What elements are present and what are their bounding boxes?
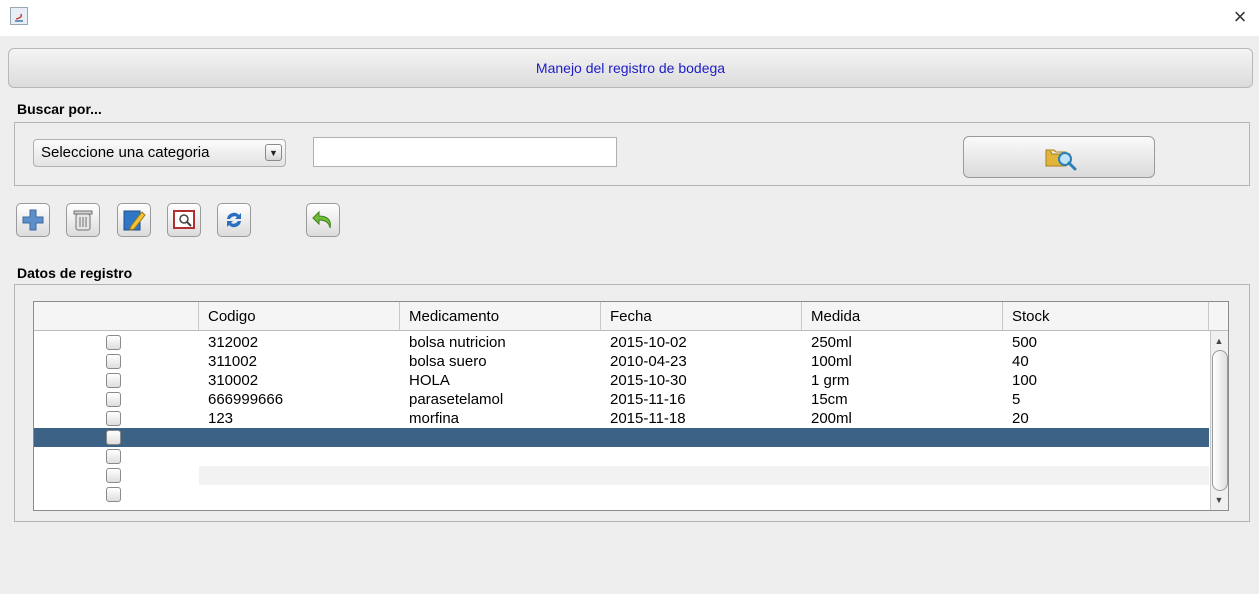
page-title: Manejo del registro de bodega <box>535 60 726 76</box>
cell-medida <box>802 485 811 504</box>
view-icon <box>173 210 195 229</box>
add-icon <box>22 209 44 231</box>
cell-stock <box>1003 485 1012 504</box>
column-header-select[interactable] <box>34 302 199 331</box>
cell-stock: 5 <box>1012 391 1021 408</box>
refresh-icon <box>227 212 241 228</box>
cell-medida: 1 grm <box>811 372 850 389</box>
cell-codigo: 123 <box>208 410 234 427</box>
cell-fecha <box>601 428 610 447</box>
table-row[interactable]: 310002 HOLA 2015-10-30 1 grm 100 <box>34 371 1209 390</box>
undo-button[interactable] <box>306 203 340 237</box>
scroll-up-icon[interactable]: ▲ <box>1211 333 1227 349</box>
cell-medicamento <box>400 485 409 504</box>
row-checkbox[interactable] <box>106 430 121 445</box>
cell-medicamento <box>400 428 409 447</box>
scroll-down-icon[interactable]: ▼ <box>1211 492 1227 508</box>
table-row[interactable]: 311002 bolsa suero 2010-04-23 100ml 40 <box>34 352 1209 371</box>
cell-codigo: 312002 <box>208 334 259 351</box>
cell-medida <box>802 466 811 485</box>
java-app-icon <box>10 7 28 25</box>
cell-medicamento: morfina <box>409 410 460 427</box>
cell-codigo: 310002 <box>208 372 259 389</box>
cell-codigo <box>199 428 208 447</box>
row-checkbox[interactable] <box>106 392 121 407</box>
cell-medicamento: HOLA <box>409 372 450 389</box>
row-checkbox[interactable] <box>106 335 121 350</box>
cell-medida: 200ml <box>811 410 852 427</box>
edit-button[interactable] <box>117 203 151 237</box>
dropdown-arrow-icon[interactable]: ▼ <box>265 144 282 161</box>
cell-codigo <box>199 447 208 466</box>
undo-icon <box>312 210 331 229</box>
delete-button[interactable] <box>66 203 100 237</box>
cell-fecha: 2010-04-23 <box>610 353 687 370</box>
cell-fecha: 2015-11-16 <box>610 391 686 408</box>
cell-medida: 15cm <box>811 391 848 408</box>
cell-stock: 100 <box>1012 372 1038 389</box>
delete-icon <box>73 210 93 231</box>
edit-icon <box>123 210 146 231</box>
scrollbar-thumb[interactable] <box>1212 350 1228 491</box>
cell-medicamento <box>400 447 409 466</box>
cell-stock: 500 <box>1012 334 1038 351</box>
view-button[interactable] <box>167 203 201 237</box>
cell-stock: 40 <box>1012 353 1029 370</box>
cell-fecha: 2015-11-18 <box>610 410 686 427</box>
search-input[interactable] <box>313 137 617 167</box>
cell-codigo: 666999666 <box>208 391 284 408</box>
cell-stock <box>1003 466 1012 485</box>
data-section-label: Datos de registro <box>17 265 133 281</box>
table-row[interactable]: 312002 bolsa nutricion 2015-10-02 250ml 500 <box>34 333 1209 352</box>
refresh-button[interactable] <box>217 203 251 237</box>
close-window-button[interactable]: × <box>1225 4 1255 30</box>
cell-medicamento: bolsa nutricion <box>409 334 506 351</box>
search-button[interactable] <box>963 136 1155 178</box>
cell-codigo: 311002 <box>208 353 257 370</box>
cell-medida: 100ml <box>811 353 852 370</box>
cell-medida: 250ml <box>811 334 852 351</box>
search-section-label: Buscar por... <box>17 101 102 117</box>
cell-stock: 20 <box>1012 410 1029 427</box>
row-checkbox[interactable] <box>106 468 121 483</box>
cell-medicamento: bolsa suero <box>409 353 487 370</box>
cell-medida <box>802 428 811 447</box>
cell-codigo <box>199 466 208 485</box>
cell-codigo <box>199 485 208 504</box>
column-header-fecha[interactable]: Fecha <box>601 302 802 331</box>
row-checkbox[interactable] <box>106 449 121 464</box>
column-header-medida[interactable]: Medida <box>802 302 1003 331</box>
cell-medida <box>802 447 811 466</box>
cell-fecha <box>601 466 610 485</box>
table-row[interactable]: 123 morfina 2015-11-18 200ml 20 <box>34 409 1209 428</box>
cell-fecha <box>601 447 610 466</box>
cell-fecha: 2015-10-30 <box>610 372 687 389</box>
cell-stock <box>1003 447 1012 466</box>
column-header-codigo[interactable]: Codigo <box>199 302 400 331</box>
cell-fecha <box>601 485 610 504</box>
table-row[interactable] <box>34 485 1209 504</box>
row-checkbox[interactable] <box>106 411 121 426</box>
window-title-bar <box>0 0 1259 36</box>
category-dropdown-value: Seleccione una categoria <box>41 144 210 161</box>
column-header-medicamento[interactable]: Medicamento <box>400 302 601 331</box>
table-row[interactable]: 666999666 parasetelamol 2015-11-16 15cm 5 <box>34 390 1209 409</box>
table-row[interactable] <box>34 428 1209 447</box>
cell-fecha: 2015-10-02 <box>610 334 687 351</box>
row-checkbox[interactable] <box>106 354 121 369</box>
row-checkbox[interactable] <box>106 487 121 502</box>
search-folder-icon <box>1045 149 1077 171</box>
add-button[interactable] <box>16 203 50 237</box>
header-corner <box>1209 302 1228 331</box>
cell-medicamento: parasetelamol <box>409 391 504 408</box>
table-row[interactable] <box>34 466 1209 485</box>
cell-stock <box>1003 428 1012 447</box>
cell-medicamento <box>400 466 409 485</box>
table-row[interactable] <box>34 447 1209 466</box>
records-table[interactable]: Codigo Medicamento Fecha Medida Stock 31… <box>33 301 1229 511</box>
column-header-stock[interactable]: Stock <box>1003 302 1209 331</box>
row-checkbox[interactable] <box>106 373 121 388</box>
